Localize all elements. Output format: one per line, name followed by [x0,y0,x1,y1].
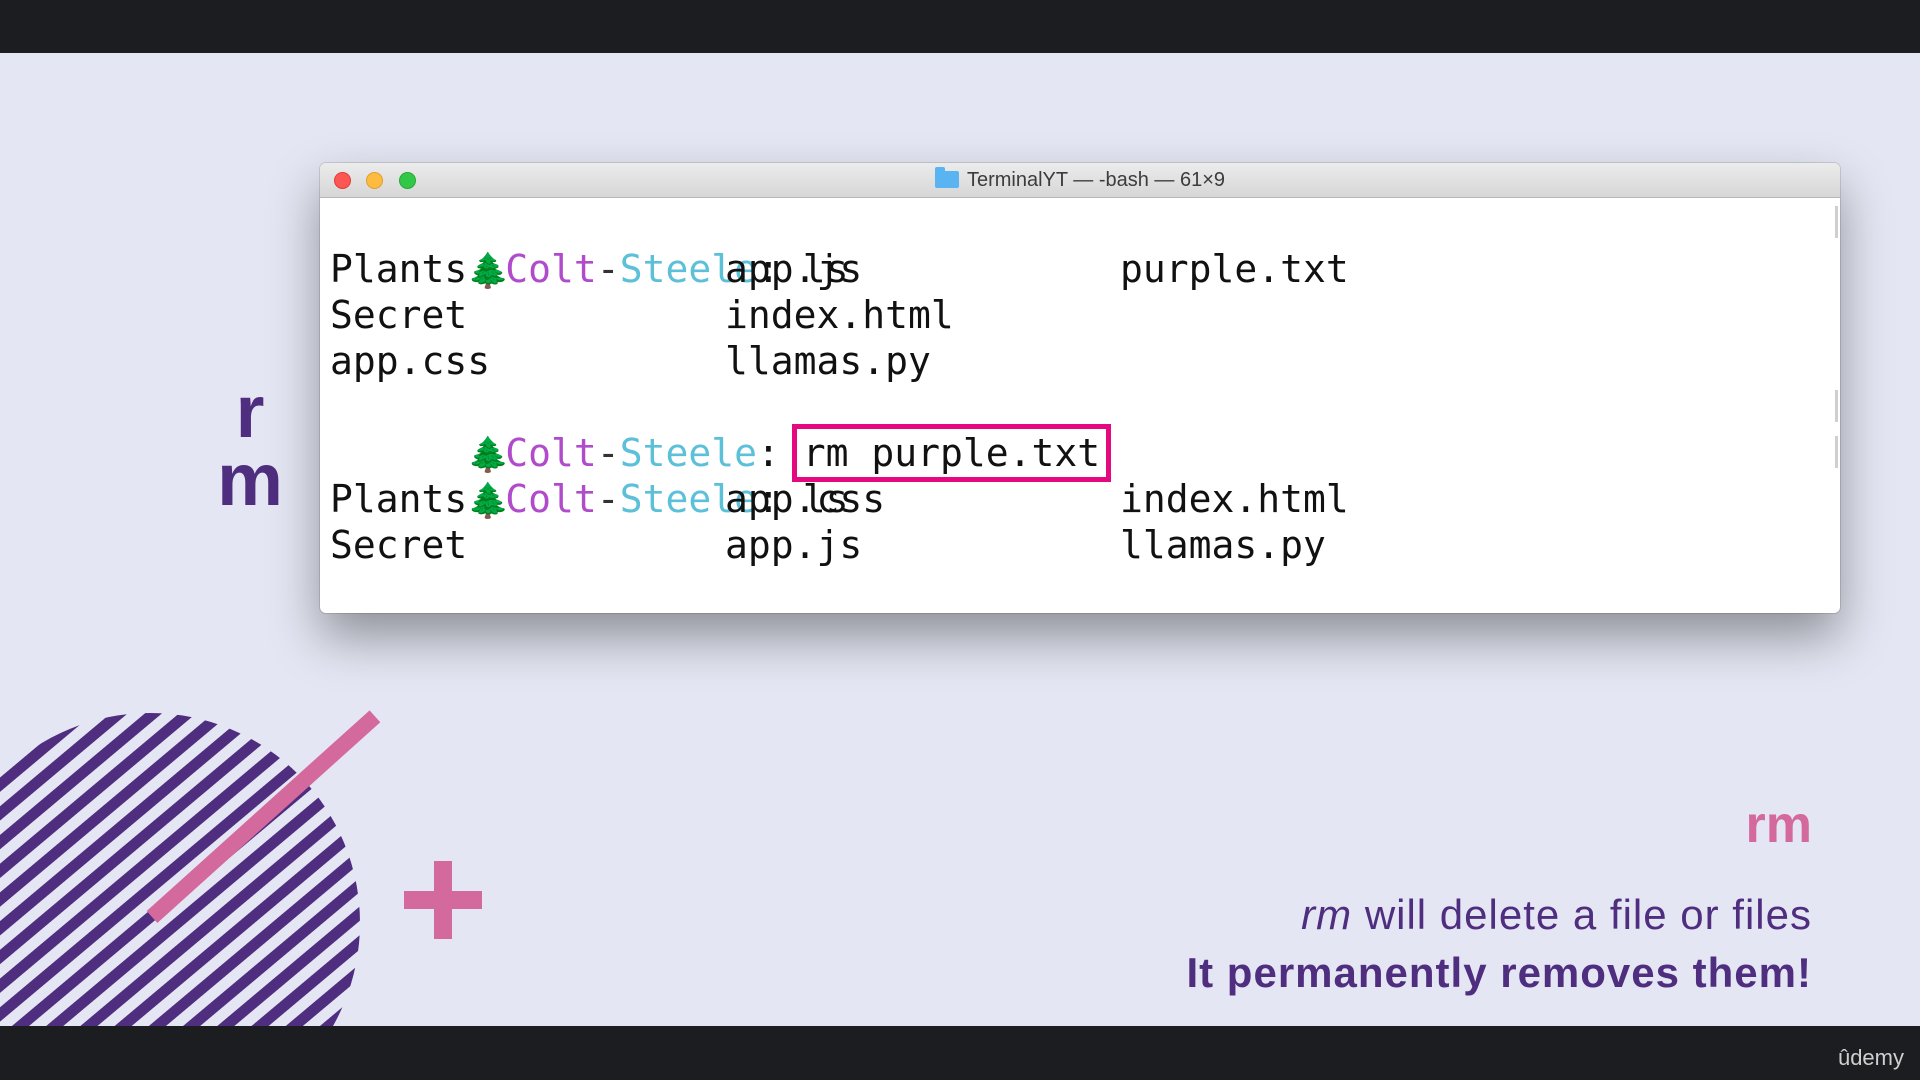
prompt-line: 🌲Colt-Steele: rm purple.txt [330,384,1838,482]
video-bottom-bar [0,1026,1920,1080]
side-title-m: m [217,438,283,521]
side-title: r m [200,370,300,521]
window-title: TerminalYT — -bash — 61×9 [320,163,1840,197]
side-title-r: r [235,370,265,453]
listing-row: Plants app.css index.html [330,477,1349,521]
terminal-output[interactable]: 🌲Colt-Steele: ls Plants app.js purple.txt … [330,200,1838,613]
prompt-line: 🌲Colt-Steele: ls [330,200,1838,291]
striped-circle-decoration [0,713,360,1026]
listing-row: Secret index.html [330,293,954,337]
caption-command: rm [1301,891,1353,938]
folder-icon [934,167,959,188]
video-top-bar [0,0,1920,53]
listing-row: app.css llamas.py [330,339,931,383]
caption-title: rm [1745,796,1812,854]
terminal-titlebar[interactable]: TerminalYT — -bash — 61×9 [320,163,1840,198]
caption-warning: It permanently removes them! [1186,949,1812,996]
window-title-text: TerminalYT — -bash — 61×9 [966,169,1226,191]
caption-description-text: will delete a file or files [1364,891,1812,938]
prompt-line-active[interactable]: 🌲Colt-Steele: [330,568,1830,613]
listing-row: Plants app.js purple.txt [330,247,1349,291]
terminal-window[interactable]: TerminalYT — -bash — 61×9 🌲Colt-Steele: … [320,163,1840,613]
udemy-logo: ûdemy [1837,1045,1904,1070]
listing-row: Secret app.js llamas.py [330,523,1326,567]
caption-description: rm will delete a file or files [1301,891,1812,939]
prompt-line: 🌲Colt-Steele: ls [330,430,1838,521]
